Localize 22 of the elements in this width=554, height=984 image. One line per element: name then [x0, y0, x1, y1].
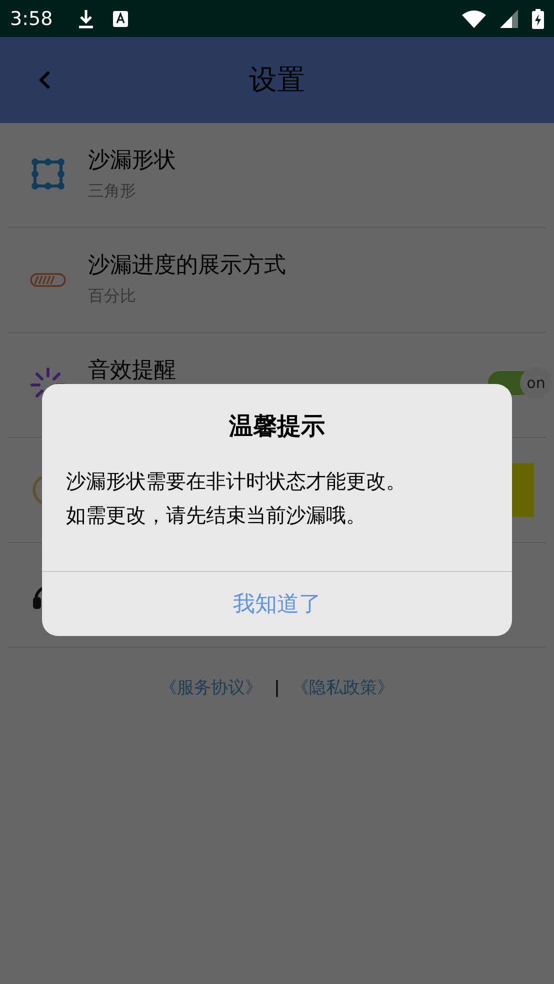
setting-title: 音效提醒: [88, 357, 177, 385]
page-title: 设置: [249, 62, 305, 98]
dialog-message-line: 沙漏形状需要在非计时状态才能更改。: [66, 468, 406, 495]
shape-icon: [30, 158, 66, 192]
dialog-title: 温馨提示: [229, 411, 325, 442]
terms-link[interactable]: 《服务协议》: [160, 676, 262, 699]
back-icon[interactable]: [38, 70, 52, 90]
keyboard-icon: [112, 10, 128, 26]
link-separator: |: [274, 678, 280, 698]
download-icon: [76, 8, 95, 28]
wifi-icon: [462, 10, 486, 28]
signal-icon: [500, 10, 518, 28]
battery-icon: [532, 8, 544, 28]
confirm-button[interactable]: 我知道了: [42, 571, 512, 636]
dialog-message-line: 如需更改，请先结束当前沙漏哦。: [66, 502, 366, 529]
setting-title: 沙漏进度的展示方式: [88, 252, 287, 280]
privacy-link[interactable]: 《隐私政策》: [292, 676, 394, 699]
progress-bar-icon: [30, 273, 66, 287]
toggle-label: on: [520, 367, 552, 399]
setting-title: 沙漏形状: [88, 147, 177, 175]
action-button[interactable]: [512, 463, 534, 517]
status-time: 3:58: [10, 8, 53, 30]
